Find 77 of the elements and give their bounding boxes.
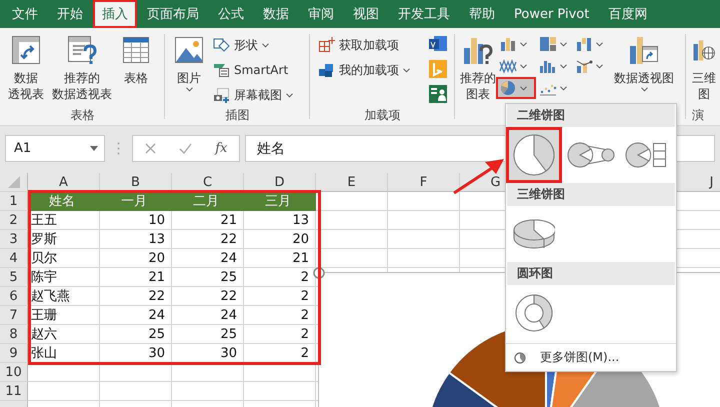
ribbon-tab[interactable]: 公式: [209, 0, 253, 28]
table-cell: 赵六: [28, 325, 100, 344]
table-cell: 二月: [172, 192, 244, 211]
ribbon-button[interactable]: 获取加载项: [316, 35, 412, 55]
table-cell: 20: [100, 249, 172, 268]
ribbon-button[interactable]: 推荐的 图表: [458, 32, 498, 105]
table-cell: 22: [100, 287, 172, 306]
ribbon-button[interactable]: 表格: [118, 32, 154, 105]
ribbon-button[interactable]: SmartArt: [211, 60, 295, 80]
ribbon-tab[interactable]: 文件: [3, 0, 47, 28]
table-cell: 赵飞燕: [28, 287, 100, 306]
row-header[interactable]: 8: [0, 325, 28, 344]
ribbon-tab[interactable]: 百度网: [599, 0, 656, 28]
row-header[interactable]: 9: [0, 344, 28, 363]
table-cell: 2: [244, 287, 316, 306]
section-header: 圆环图: [507, 262, 675, 285]
group-label: 表格: [70, 106, 96, 124]
table-cell: 一月: [100, 192, 172, 211]
table-cell: 2: [244, 306, 316, 325]
ribbon-tab[interactable]: 视图: [344, 0, 388, 28]
table-cell: 13: [244, 211, 316, 230]
ribbon-tab[interactable]: 审阅: [299, 0, 343, 28]
row-header[interactable]: 3: [0, 230, 28, 249]
ribbon-tab[interactable]: Power Pivot: [505, 0, 598, 28]
table-cell: 24: [172, 306, 244, 325]
column-header[interactable]: F: [388, 173, 460, 192]
ribbon-button[interactable]: 推荐的 数据透视表: [50, 32, 114, 105]
table-cell: 30: [172, 344, 244, 363]
group-label: 演: [691, 106, 705, 124]
table-cell: 22: [172, 287, 244, 306]
section-header: 二维饼图: [507, 104, 675, 127]
ribbon-tab[interactable]: 帮助: [460, 0, 504, 28]
table-cell: 25: [172, 325, 244, 344]
ribbon-button[interactable]: 数据 透视表: [6, 32, 46, 105]
table-cell: 10: [100, 211, 172, 230]
section-header: 三维饼图: [507, 183, 675, 206]
table-cell: 30: [100, 344, 172, 363]
table-cell: 21: [172, 211, 244, 230]
ribbon-button[interactable]: 形状: [211, 35, 295, 55]
menu-item[interactable]: 更多饼图(M)...: [506, 343, 676, 371]
table-cell: 罗斯: [28, 230, 100, 249]
ribbon-tab[interactable]: 数据: [254, 0, 298, 28]
ribbon-button[interactable]: 屏幕截图: [211, 85, 295, 105]
table-cell: 13: [100, 230, 172, 249]
name-box[interactable]: A1: [5, 135, 105, 162]
table-cell: 25: [100, 325, 172, 344]
table-cell: 24: [172, 249, 244, 268]
table-cell: 2: [244, 344, 316, 363]
ribbon-tab[interactable]: 插入: [93, 0, 137, 28]
table-cell: 24: [100, 306, 172, 325]
row-header[interactable]: 6: [0, 287, 28, 306]
table-cell: 王珊: [28, 306, 100, 325]
column-header[interactable]: E: [316, 173, 388, 192]
ribbon-button[interactable]: 我的加载项: [316, 60, 412, 80]
table-cell: 22: [172, 230, 244, 249]
table-cell: 张山: [28, 344, 100, 363]
ribbon-tab[interactable]: 开始: [48, 0, 92, 28]
ribbon-button[interactable]: 图片: [171, 32, 207, 105]
table-cell: 陈宇: [28, 268, 100, 287]
table-cell: 25: [172, 268, 244, 287]
group-label: 插图: [224, 106, 250, 124]
table-cell: 2: [244, 325, 316, 344]
row-header[interactable]: 2: [0, 211, 28, 230]
table-cell: 姓名: [28, 192, 100, 211]
insert-function-button[interactable]: fx: [215, 141, 228, 156]
column-header[interactable]: J: [676, 173, 720, 192]
table-cell: 21: [244, 249, 316, 268]
table-cell: 三月: [244, 192, 316, 211]
ribbon-tab[interactable]: 页面布局: [138, 0, 208, 28]
table-cell: 21: [100, 268, 172, 287]
group-label: 加载项: [364, 106, 402, 124]
ribbon-tab[interactable]: 开发工具: [389, 0, 459, 28]
table-cell: 王五: [28, 211, 100, 230]
table-cell: 20: [244, 230, 316, 249]
table-cell: 贝尔: [28, 249, 100, 268]
ribbon-button[interactable]: 三维 图: [690, 32, 718, 105]
row-header[interactable]: 10: [0, 363, 28, 382]
